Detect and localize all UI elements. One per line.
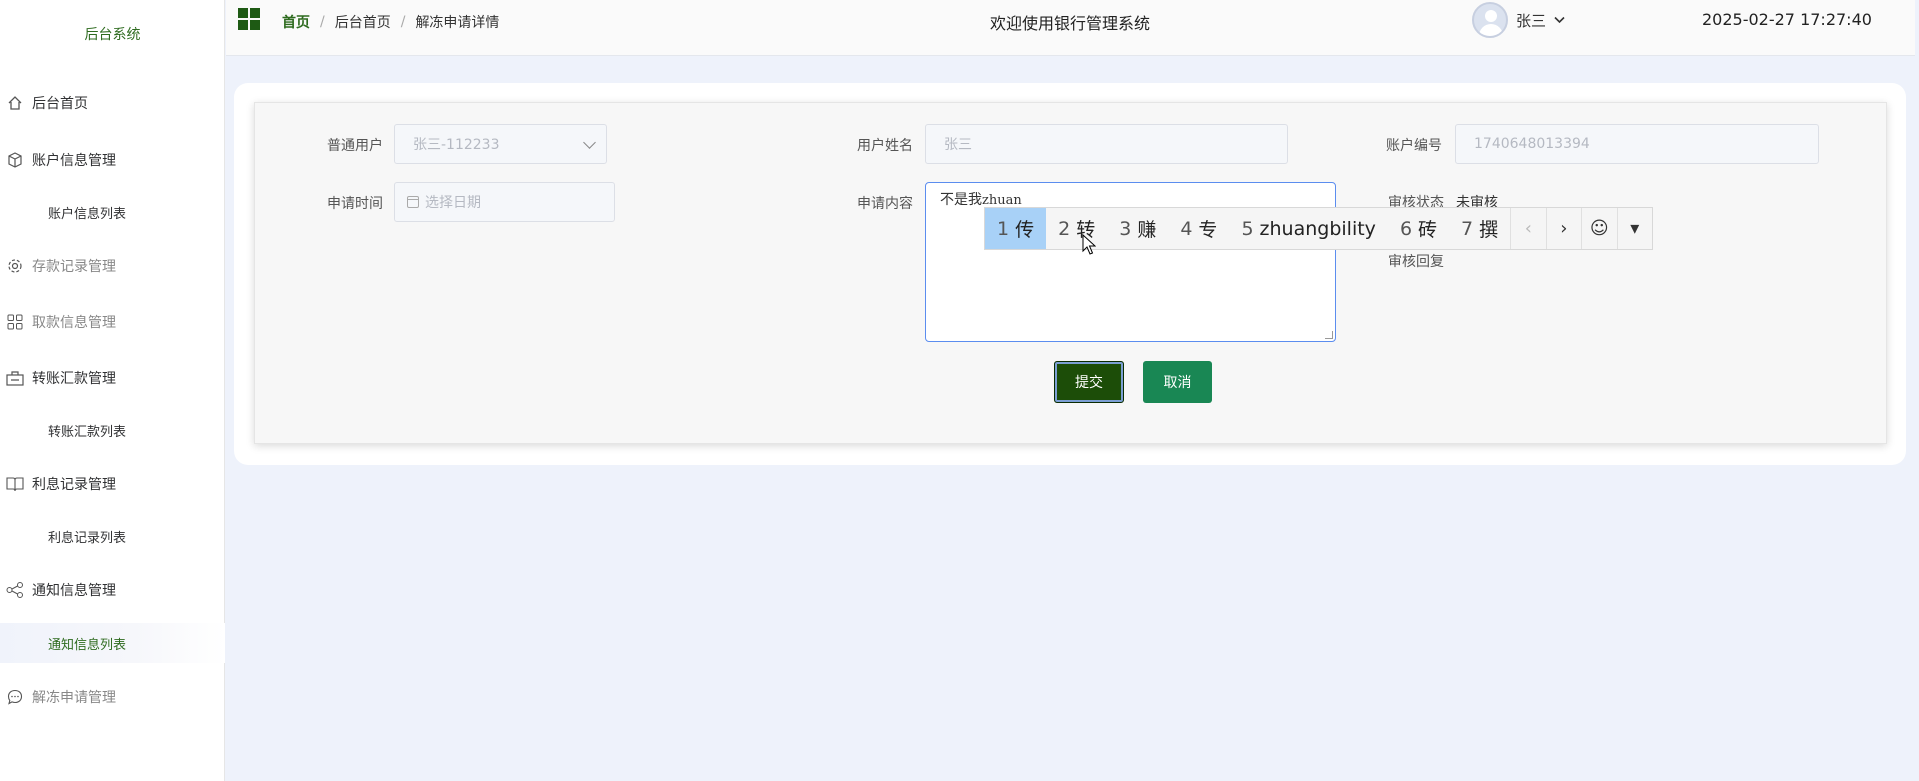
chevron-right-icon[interactable]: ›: [1545, 208, 1581, 249]
date-picker[interactable]: 选择日期: [394, 182, 615, 222]
breadcrumb-separator: /: [400, 14, 406, 30]
box-icon: [6, 151, 24, 169]
sidebar-item-label: 利息记录管理: [32, 477, 116, 493]
sidebar-item-notice-list[interactable]: 通知信息列表: [0, 623, 225, 663]
account-label: 账户编号: [1386, 138, 1442, 154]
content-text: 不是我: [940, 192, 982, 208]
emoji-icon[interactable]: ☺: [1581, 208, 1616, 249]
sidebar-item-interest-management[interactable]: 利息记录管理: [0, 464, 225, 504]
sidebar-item-label: 后台首页: [32, 96, 88, 112]
reply-label: 审核回复: [1388, 254, 1444, 270]
sidebar: 后台系统 后台首页 账户信息管理 账户信息列表 存款记录管理 取款信息管理 转账…: [0, 0, 225, 781]
sidebar-item-withdraw-management[interactable]: 取款信息管理: [0, 302, 225, 342]
sidebar-item-account-list[interactable]: 账户信息列表: [0, 192, 225, 232]
gear-icon: [6, 257, 24, 275]
sidebar-item-label: 解冻申请管理: [32, 690, 116, 706]
breadcrumb-home[interactable]: 首页: [282, 12, 310, 32]
ime-candidate[interactable]: 4专: [1168, 208, 1229, 249]
ime-candidate[interactable]: 6砖: [1388, 208, 1449, 249]
cancel-button[interactable]: 取消: [1143, 361, 1212, 403]
content-textarea[interactable]: 不是我zhuan: [925, 182, 1336, 342]
mouse-cursor-icon: [1082, 234, 1096, 255]
chevron-down-icon: [583, 136, 596, 149]
chevron-down-icon[interactable]: [1554, 13, 1565, 27]
account-value: 1740648013394: [1474, 136, 1590, 152]
date-placeholder: 选择日期: [425, 195, 481, 211]
sidebar-item-label: 取款信息管理: [32, 315, 116, 331]
ime-composition: zhuan: [982, 193, 1022, 208]
account-field[interactable]: 1740648013394: [1455, 124, 1819, 164]
sidebar-item-label: 通知信息列表: [48, 637, 127, 653]
share-icon: [6, 581, 24, 599]
chevron-left-icon[interactable]: ‹: [1510, 208, 1545, 249]
welcome-text: 欢迎使用银行管理系统: [990, 14, 1151, 33]
sidebar-item-unfreeze-management[interactable]: 解冻申请管理: [0, 677, 225, 717]
ime-candidate[interactable]: 1传: [985, 208, 1047, 249]
sidebar-item-label: 转账汇款管理: [32, 371, 116, 387]
top-header: 首页 / 后台首页 / 解冻申请详情 欢迎使用银行管理系统 张三 2025-02…: [226, 0, 1915, 56]
breadcrumb: 首页 / 后台首页 / 解冻申请详情: [282, 12, 499, 32]
name-label: 用户姓名: [857, 138, 913, 154]
sidebar-brand: 后台系统: [84, 27, 141, 43]
sidebar-item-label: 利息记录列表: [48, 530, 127, 546]
caret-down-icon[interactable]: ▾: [1616, 208, 1652, 249]
sidebar-item-account-management[interactable]: 账户信息管理: [0, 140, 225, 180]
ime-candidate[interactable]: 5 zhuangbility: [1229, 208, 1388, 249]
sidebar-item-notice-management[interactable]: 通知信息管理: [0, 570, 225, 610]
user-label: 普通用户: [327, 138, 383, 154]
sidebar-item-label: 账户信息列表: [48, 206, 127, 222]
menu-grid-icon[interactable]: [238, 8, 260, 30]
sidebar-item-label: 账户信息管理: [32, 153, 116, 169]
time-label: 申请时间: [327, 196, 383, 212]
content-label: 申请内容: [857, 196, 913, 212]
name-value: 张三: [944, 137, 972, 153]
breadcrumb-separator: /: [320, 14, 325, 30]
user-menu[interactable]: 张三: [1472, 0, 1565, 40]
sidebar-item-label: 转账汇款列表: [48, 424, 127, 440]
sidebar-item-deposit-management[interactable]: 存款记录管理: [0, 246, 225, 286]
current-datetime: 2025-02-27 17:27:40: [1702, 10, 1872, 29]
name-field[interactable]: 张三: [925, 124, 1288, 164]
resize-handle[interactable]: [1325, 331, 1333, 339]
sidebar-item-interest-list[interactable]: 利息记录列表: [0, 516, 225, 556]
ime-candidate[interactable]: 7撰: [1449, 208, 1510, 249]
breadcrumb-current: 解冻申请详情: [415, 15, 500, 31]
ime-candidate[interactable]: 3赚: [1107, 208, 1168, 249]
avatar[interactable]: [1472, 2, 1508, 38]
breadcrumb-dashboard[interactable]: 后台首页: [335, 12, 391, 32]
calendar-icon: [407, 196, 419, 208]
ime-candidate[interactable]: 2转: [1046, 208, 1107, 249]
sidebar-item-dashboard[interactable]: 后台首页: [0, 83, 225, 123]
submit-button[interactable]: 提交: [1054, 361, 1124, 403]
briefcase-icon: [6, 369, 24, 387]
user-select-value: 张三-112233: [413, 137, 500, 153]
book-icon: [6, 475, 24, 493]
user-name[interactable]: 张三: [1516, 10, 1546, 31]
sidebar-item-transfer-management[interactable]: 转账汇款管理: [0, 358, 225, 398]
sidebar-item-label: 通知信息管理: [32, 583, 116, 599]
home-icon: [6, 94, 24, 112]
user-select[interactable]: 张三-112233: [394, 124, 607, 164]
sidebar-item-label: 存款记录管理: [32, 259, 116, 275]
chat-icon: [6, 688, 24, 706]
grid-apps-icon: [6, 313, 24, 331]
sidebar-item-transfer-list[interactable]: 转账汇款列表: [0, 410, 225, 450]
